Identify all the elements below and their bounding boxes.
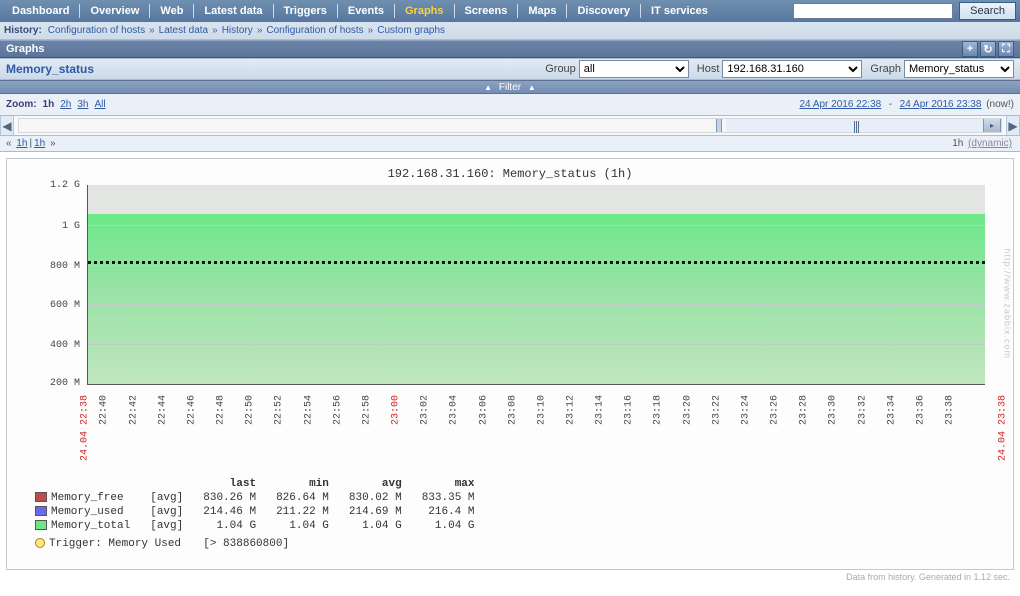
nav-triggers[interactable]: Triggers [276, 0, 335, 22]
zoom-label: Zoom: [6, 99, 37, 110]
section-bar: Graphs + ↻ ⛶ [0, 40, 1020, 58]
graph-label: Graph [870, 63, 901, 75]
time-slider: ◀ ▸ ▶ [0, 116, 1020, 136]
crumb-3[interactable]: Configuration of hosts [266, 25, 363, 36]
y-tick: 400 M [10, 340, 80, 351]
zoom-row: Zoom: 1h 2h 3h All 24 Apr 2016 22:38 - 2… [0, 94, 1020, 116]
legend-row-free: Memory_free [avg] 830.26 M 826.64 M 830.… [25, 491, 485, 505]
back-1h[interactable]: 1h [16, 138, 27, 149]
main-nav: Dashboard Overview Web Latest data Trigg… [0, 0, 1020, 22]
links-row: « 1h | 1h » 1h (dynamic) [0, 136, 1020, 152]
nav-latest-data[interactable]: Latest data [196, 0, 270, 22]
search-input[interactable] [793, 3, 953, 19]
legend-hdr-last: last [193, 477, 266, 491]
plus-icon[interactable]: + [962, 41, 978, 57]
chart-panel: 192.168.31.160: Memory_status (1h) 1.2 G… [6, 158, 1014, 570]
dynamic-link[interactable]: (dynamic) [968, 138, 1012, 149]
trigger-icon [35, 538, 45, 548]
host-label: Host [697, 63, 720, 75]
y-tick: 600 M [10, 300, 80, 311]
nav-it-services[interactable]: IT services [643, 0, 716, 22]
nav-web[interactable]: Web [152, 0, 191, 22]
time-range: 24 Apr 2016 22:38 - 24 Apr 2016 23:38 (n… [797, 99, 1014, 110]
chart-title: 192.168.31.160: Memory_status (1h) [7, 159, 1013, 181]
chart-legend: last min avg max Memory_free [avg] 830.2… [25, 477, 995, 551]
history-label: History: [4, 25, 42, 36]
time-from[interactable]: 24 Apr 2016 22:38 [799, 99, 881, 110]
watermark: http://www.zabbix.com [1003, 248, 1013, 359]
duration-label: 1h [952, 138, 963, 149]
chart-area-fill [88, 214, 985, 384]
group-select[interactable]: all [579, 60, 689, 78]
history-bar: History: Configuration of hosts» Latest … [0, 22, 1020, 40]
section-title: Graphs [6, 43, 45, 55]
chevron-up-icon [484, 82, 496, 93]
crumb-0[interactable]: Configuration of hosts [48, 25, 145, 36]
nav-back-icon: « [6, 138, 14, 149]
zoom-all[interactable]: All [94, 99, 105, 110]
legend-row-total: Memory_total [avg] 1.04 G 1.04 G 1.04 G … [25, 519, 485, 533]
chart-plot-area: 1.2 G 1 G 800 M 600 M 400 M 200 M [87, 185, 985, 385]
host-select[interactable]: 192.168.31.160 [722, 60, 862, 78]
now-label: (now!) [986, 99, 1014, 110]
nav-screens[interactable]: Screens [457, 0, 516, 22]
chart-trigger-line [88, 261, 985, 264]
slider-grip-icon[interactable] [854, 121, 860, 130]
y-tick: 1 G [10, 221, 80, 232]
slider-right-arrow-icon[interactable]: ▶ [1006, 116, 1020, 135]
slider-left-arrow-icon[interactable]: ◀ [0, 116, 14, 135]
nav-events[interactable]: Events [340, 0, 392, 22]
fullscreen-icon[interactable]: ⛶ [998, 41, 1014, 57]
chevron-up-icon [524, 82, 536, 93]
zoom-3h[interactable]: 3h [77, 99, 88, 110]
zoom-2h[interactable]: 2h [60, 99, 71, 110]
page-title: Memory_status [6, 62, 94, 76]
y-tick: 200 M [10, 378, 80, 389]
footer: Data from history. Generated in 1.12 sec… [0, 570, 1020, 584]
graph-select[interactable]: Memory_status [904, 60, 1014, 78]
legend-hdr-avg: avg [339, 477, 412, 491]
crumb-1[interactable]: Latest data [159, 25, 208, 36]
slider-track[interactable]: ▸ [18, 118, 1002, 133]
filter-collapse-bar[interactable]: Filter [0, 80, 1020, 94]
x-axis-ticks: 22:4022:4222:4422:4622:4822:5022:5222:54… [87, 387, 985, 457]
legend-row-used: Memory_used [avg] 214.46 M 211.22 M 214.… [25, 505, 485, 519]
search-button[interactable]: Search [959, 2, 1016, 20]
nav-discovery[interactable]: Discovery [569, 0, 638, 22]
group-label: Group [545, 63, 576, 75]
legend-trigger-row: Trigger: Memory Used [> 838860800] [25, 533, 485, 551]
legend-hdr-min: min [266, 477, 339, 491]
crumb-4[interactable]: Custom graphs [377, 25, 445, 36]
time-to[interactable]: 24 Apr 2016 23:38 [900, 99, 982, 110]
slider-handle-start[interactable] [716, 119, 722, 132]
filter-label: Filter [499, 82, 521, 93]
slider-handle-end[interactable]: ▸ [983, 119, 1001, 132]
nav-fwd-icon: » [47, 138, 55, 149]
filter-row: Memory_status Group all Host 192.168.31.… [0, 58, 1020, 80]
nav-maps[interactable]: Maps [520, 0, 564, 22]
x-axis-end: 24.04 23:38 [998, 395, 1009, 461]
nav-overview[interactable]: Overview [82, 0, 147, 22]
nav-graphs[interactable]: Graphs [397, 0, 452, 22]
fwd-1h[interactable]: 1h [34, 138, 45, 149]
crumb-2[interactable]: History [222, 25, 253, 36]
legend-hdr-max: max [412, 477, 485, 491]
y-tick: 1.2 G [10, 180, 80, 191]
zoom-current: 1h [43, 99, 55, 110]
refresh-icon[interactable]: ↻ [980, 41, 996, 57]
y-tick: 800 M [10, 261, 80, 272]
nav-dashboard[interactable]: Dashboard [4, 0, 77, 22]
